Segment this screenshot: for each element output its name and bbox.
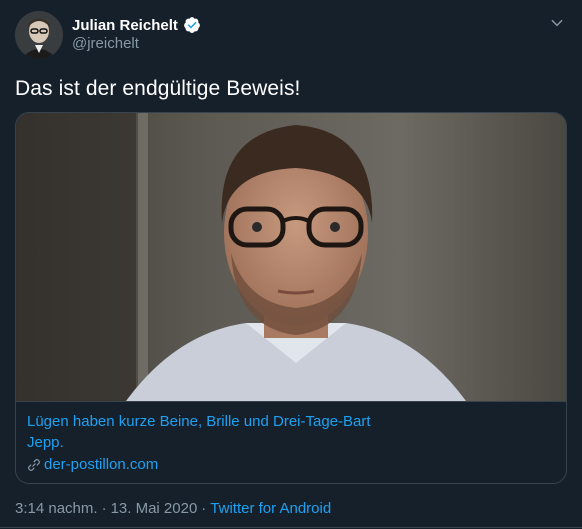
tweet-time[interactable]: 3:14 nachm. xyxy=(15,500,98,517)
link-card[interactable]: Lügen haben kurze Beine, Brille und Drei… xyxy=(15,112,567,484)
card-title[interactable]: Lügen haben kurze Beine, Brille und Drei… xyxy=(27,412,555,433)
meta-separator: · xyxy=(201,500,207,517)
tweet-text: Das ist der endgültige Beweis! xyxy=(15,77,301,100)
display-name[interactable]: Julian Reichelt xyxy=(72,17,178,34)
tweet-date[interactable]: 13. Mai 2020 xyxy=(111,500,198,517)
card-domain[interactable]: der-postillon.com xyxy=(44,455,158,475)
tweet-meta: 3:14 nachm. · 13. Mai 2020 · Twitter for… xyxy=(15,500,331,517)
card-body[interactable]: Lügen haben kurze Beine, Brille und Drei… xyxy=(16,401,566,483)
tweet: Julian Reichelt @jreichelt Das ist der e… xyxy=(0,0,582,529)
chevron-down-icon xyxy=(551,19,563,27)
divider xyxy=(0,527,582,528)
link-icon xyxy=(28,459,40,471)
verified-badge-icon xyxy=(183,17,200,33)
avatar-image xyxy=(15,11,63,59)
user-handle[interactable]: @jreichelt xyxy=(72,35,139,52)
tweet-menu-button[interactable] xyxy=(546,12,568,34)
tweet-source[interactable]: Twitter for Android xyxy=(210,500,331,517)
meta-separator: · xyxy=(101,500,107,517)
card-description: Jepp. xyxy=(27,434,64,451)
name-row[interactable]: Julian Reichelt xyxy=(72,15,201,35)
card-domain-row[interactable]: der-postillon.com xyxy=(27,455,555,475)
card-image[interactable] xyxy=(16,113,566,401)
avatar[interactable] xyxy=(15,11,63,59)
